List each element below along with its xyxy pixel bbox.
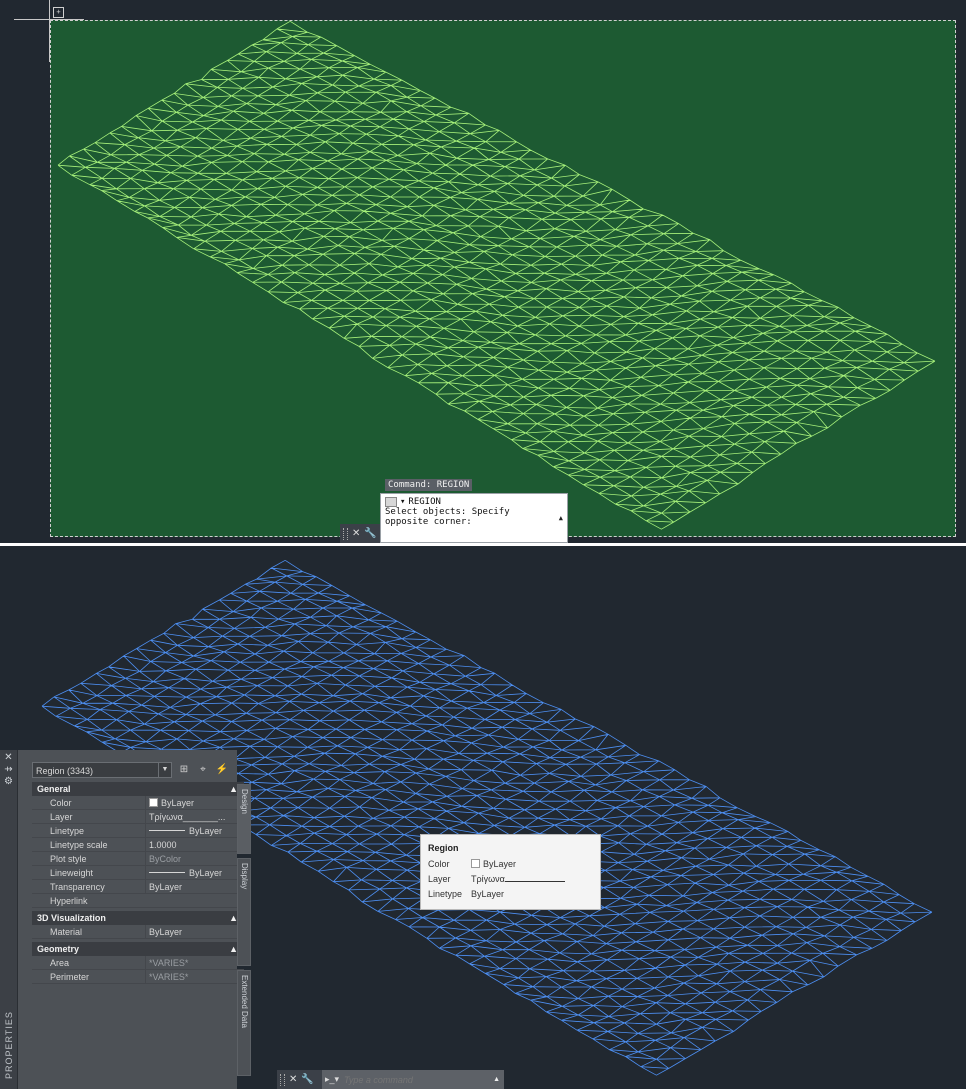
prop-row-transparency[interactable]: Transparency ByLayer	[32, 880, 244, 894]
prop-value: Τρίγωνα_______...	[145, 810, 244, 824]
prop-label: Area	[50, 958, 70, 968]
underline	[504, 881, 565, 882]
history-command: REGION	[408, 497, 441, 507]
prop-row-layer[interactable]: Layer Τρίγωνα_______...	[32, 810, 244, 824]
section-title: Geometry	[37, 944, 80, 954]
top-drawing-viewport[interactable]: + Command: REGION ▾ REGION Select object…	[0, 0, 966, 543]
mesh-lines	[57, 20, 936, 530]
prop-row-hyperlink[interactable]: Hyperlink	[32, 894, 244, 908]
lineweight-preview	[149, 872, 185, 873]
prop-row-perimeter[interactable]: Perimeter *VARIES*	[32, 970, 244, 984]
object-type-select[interactable]: Region (3343) ▼	[32, 762, 172, 778]
prop-row-linetype-scale[interactable]: Linetype scale 1.0000	[32, 838, 244, 852]
history-prompt: Select objects: Specify opposite corner:	[385, 507, 510, 527]
prop-row-plot-style[interactable]: Plot style ByColor	[32, 852, 244, 866]
prop-label: Linetype	[50, 826, 85, 836]
customize-wrench-icon[interactable]: 🔧	[301, 1074, 313, 1085]
tooltip-value: ByLayer	[471, 889, 505, 899]
linetype-preview	[149, 830, 185, 831]
prop-value: *VARIES*	[145, 956, 244, 970]
prop-label: Layer	[50, 812, 73, 822]
tooltip-title: Region	[428, 843, 459, 853]
prop-label: Hyperlink	[50, 896, 88, 906]
dropdown-caret-icon[interactable]: ▾	[400, 497, 405, 507]
tab-design[interactable]: Design	[237, 784, 251, 854]
tooltip-value: ByLayer	[483, 859, 517, 869]
drag-handle-icon[interactable]	[280, 1073, 285, 1086]
terrain-mesh-highlighted[interactable]	[0, 0, 966, 543]
object-type-value: Region (3343)	[36, 766, 94, 776]
rollover-tooltip: Region Color ByLayer Layer Τρίγωνα Linet…	[420, 834, 601, 910]
tooltip-value: Τρίγωνα	[471, 874, 505, 884]
palette-title: PROPERTIES	[4, 1011, 14, 1079]
color-swatch	[471, 859, 480, 868]
crosshair-cursor-vertical	[49, 0, 50, 62]
tooltip-label: Color	[428, 859, 450, 869]
prop-value: ByLayer	[145, 925, 244, 939]
prop-row-material[interactable]: Material ByLayer	[32, 925, 244, 939]
command-echo: Command: REGION	[385, 479, 473, 491]
scroll-up-icon[interactable]: ▲	[559, 514, 563, 522]
command-line: ✕ 🔧 ▸_▾ ▲	[277, 1070, 504, 1089]
tab-extended-data[interactable]: Extended Data	[237, 970, 251, 1076]
prop-value: ByLayer	[145, 880, 244, 894]
crosshair-cursor-horizontal	[14, 19, 84, 20]
history-up-icon[interactable]: ▲	[493, 1076, 504, 1083]
tooltip-label: Linetype	[428, 889, 463, 899]
close-icon[interactable]: ✕	[0, 752, 17, 764]
tooltip-label: Layer	[428, 874, 451, 884]
prop-label: Plot style	[50, 854, 87, 864]
tab-label: Display	[240, 863, 249, 890]
autohide-icon[interactable]: ⇸	[0, 764, 17, 776]
tab-label: Design	[240, 789, 249, 814]
command-icon	[385, 497, 397, 507]
prop-value: ByLayer	[161, 798, 195, 808]
section-geometry[interactable]: Geometry ▲	[32, 942, 244, 956]
command-history: ▾ REGION Select objects: Specify opposit…	[380, 493, 568, 543]
section-title: General	[37, 784, 71, 794]
prop-row-linetype[interactable]: Linetype ByLayer	[32, 824, 244, 838]
prop-row-color[interactable]: Color ByLayer	[32, 796, 244, 810]
tab-display[interactable]: Display	[237, 858, 251, 966]
quick-select-icon[interactable]: ⚡	[215, 763, 229, 777]
command-line-controls: ✕ 🔧	[340, 524, 380, 543]
color-swatch	[149, 798, 158, 807]
prop-label: Perimeter	[50, 972, 90, 982]
close-icon[interactable]: ✕	[289, 1074, 297, 1085]
customize-wrench-icon[interactable]: 🔧	[364, 528, 376, 539]
prop-row-area[interactable]: Area *VARIES*	[32, 956, 244, 970]
palette-settings-icon[interactable]: ⚙	[0, 776, 17, 788]
prop-value: ByColor	[145, 852, 244, 866]
close-icon[interactable]: ✕	[352, 528, 360, 539]
command-prompt-icon[interactable]: ▸_▾	[322, 1074, 342, 1085]
prop-label: Transparency	[50, 882, 105, 892]
prop-row-lineweight[interactable]: Lineweight ByLayer	[32, 866, 244, 880]
chevron-down-icon[interactable]: ▼	[158, 763, 171, 777]
prop-value: *VARIES*	[145, 970, 244, 984]
prop-value: ByLayer	[189, 868, 223, 878]
prop-value: 1.0000	[145, 838, 244, 852]
section-general[interactable]: General ▲	[32, 782, 244, 796]
prop-label: Color	[50, 798, 72, 808]
properties-palette: Region (3343) ▼ ⊞ ⌖ ⚡ General ▲ Color By…	[18, 750, 244, 1089]
prop-value: ByLayer	[189, 826, 223, 836]
prop-label: Linetype scale	[50, 840, 108, 850]
section-3d-visualization[interactable]: 3D Visualization ▲	[32, 911, 244, 925]
section-title: 3D Visualization	[37, 913, 106, 923]
ucs-icon: +	[53, 7, 64, 18]
prop-label: Lineweight	[50, 868, 94, 878]
command-line-controls: ✕ 🔧	[277, 1070, 322, 1089]
properties-palette-titlebar[interactable]: ✕ ⇸ ⚙ PROPERTIES	[0, 750, 18, 1089]
toggle-pickadd-icon[interactable]: ⊞	[177, 763, 191, 777]
drag-handle-icon[interactable]	[343, 527, 348, 540]
select-objects-icon[interactable]: ⌖	[196, 763, 210, 777]
tab-label: Extended Data	[240, 975, 249, 1028]
command-input[interactable]	[342, 1071, 494, 1088]
prop-label: Material	[50, 927, 83, 937]
